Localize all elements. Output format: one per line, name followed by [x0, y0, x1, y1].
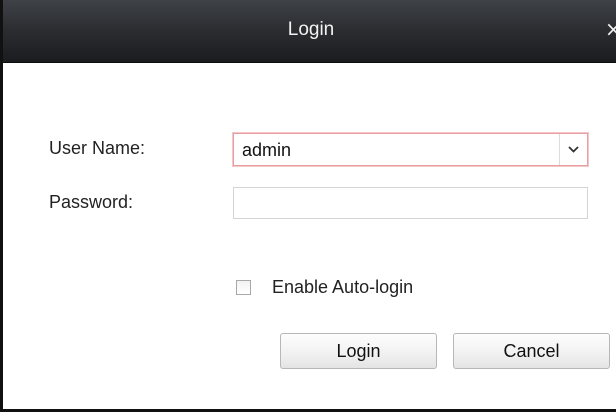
- username-dropdown-button[interactable]: [559, 134, 587, 165]
- auto-login-checkbox[interactable]: [236, 280, 251, 295]
- chevron-down-icon: [568, 146, 579, 153]
- close-icon[interactable]: ×: [605, 18, 616, 40]
- username-combobox[interactable]: admin: [233, 133, 588, 166]
- window-title: Login: [287, 19, 335, 40]
- username-value[interactable]: admin: [242, 140, 291, 161]
- title-bar[interactable]: Login ×: [3, 0, 616, 63]
- password-input[interactable]: [233, 187, 588, 219]
- auto-login-label[interactable]: Enable Auto-login: [272, 277, 413, 298]
- cancel-button[interactable]: Cancel: [453, 333, 610, 369]
- login-button[interactable]: Login: [280, 333, 437, 369]
- login-dialog: Login × User Name: admin Password: Enabl…: [0, 0, 616, 412]
- username-label: User Name:: [49, 138, 146, 158]
- password-label: Password:: [49, 192, 134, 212]
